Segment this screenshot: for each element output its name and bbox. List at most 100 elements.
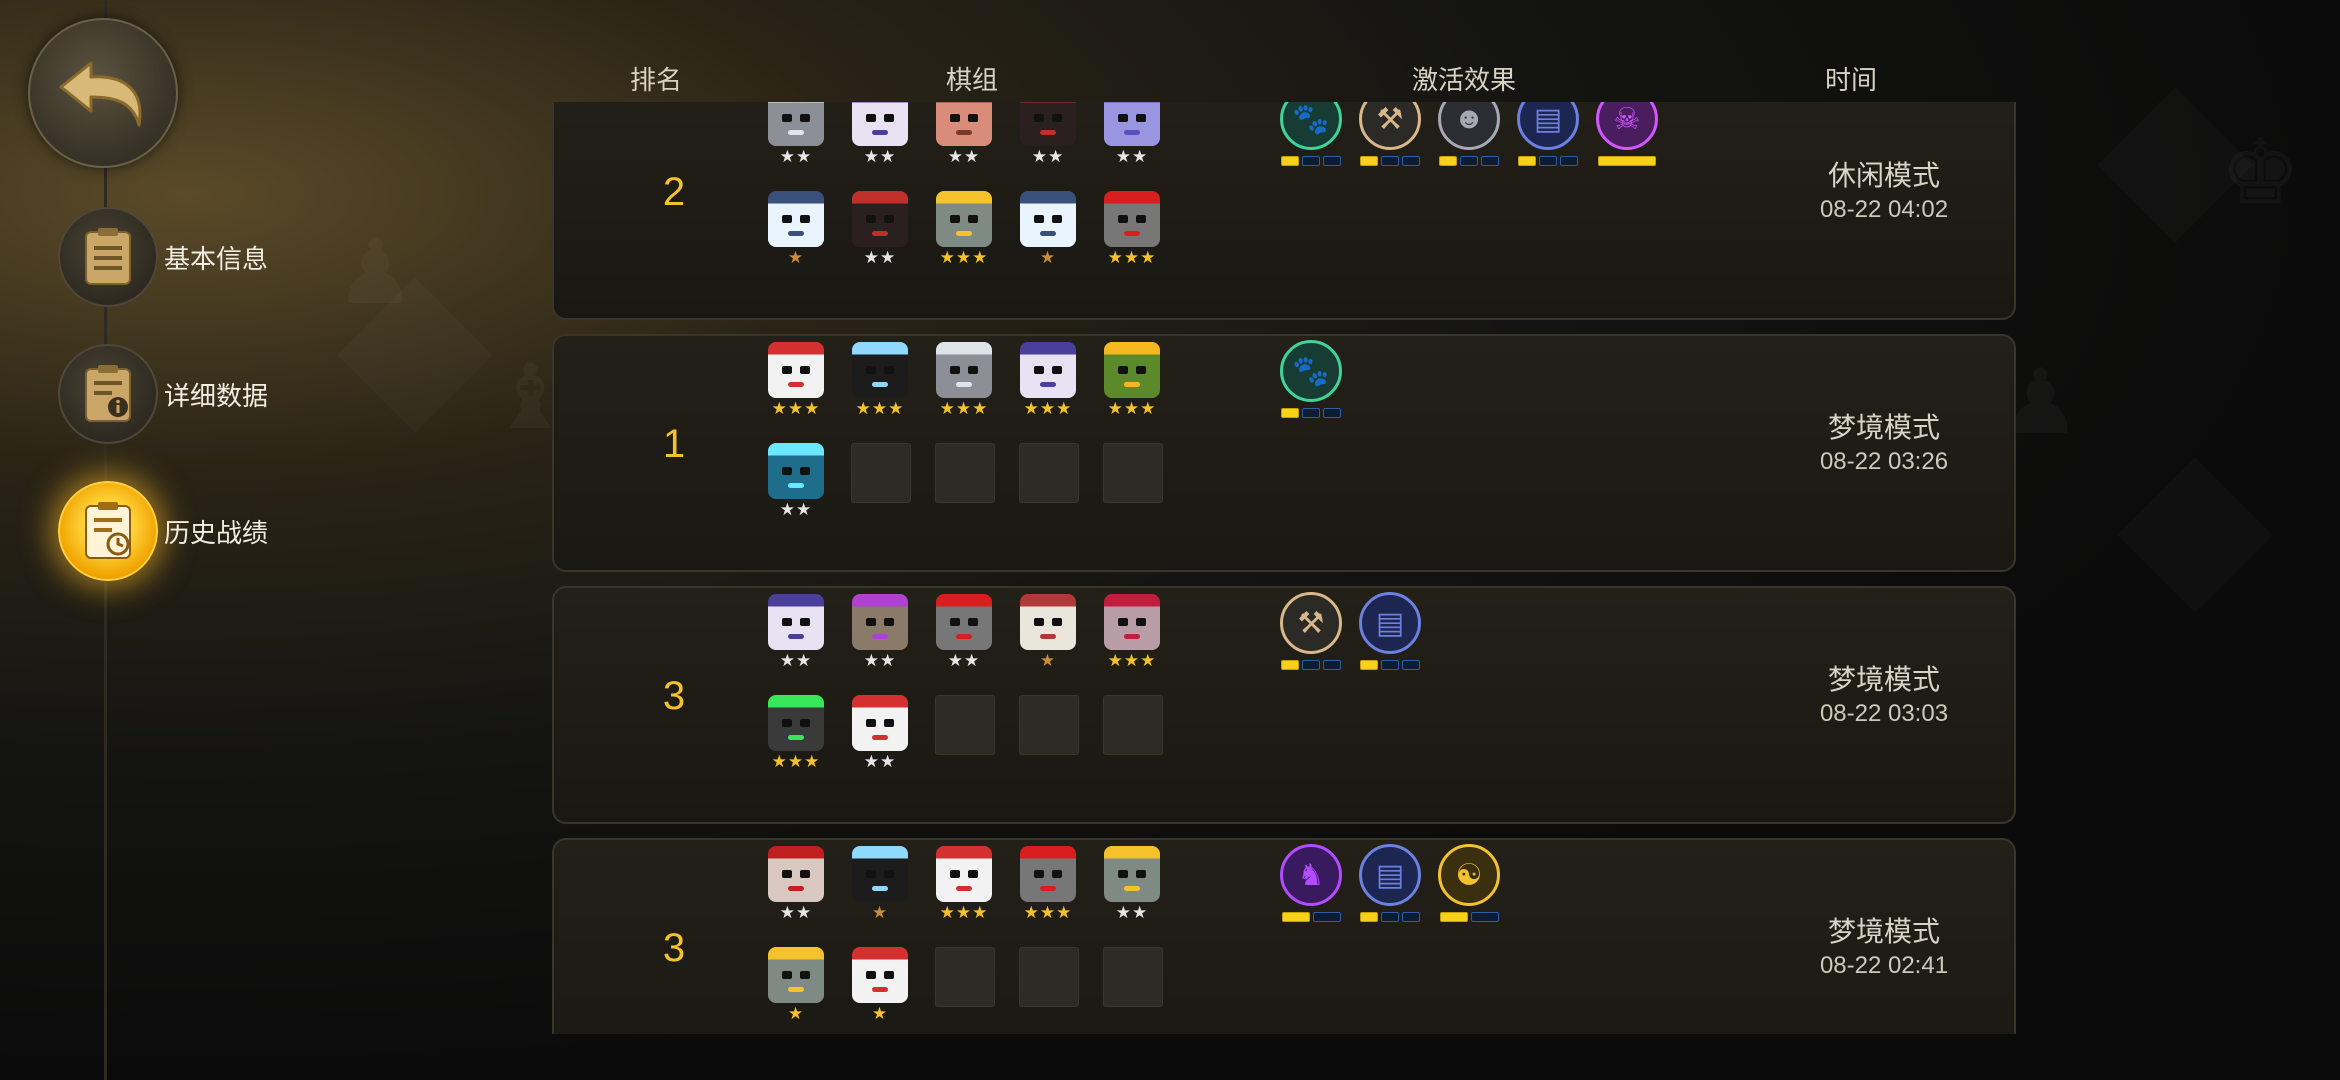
trait-level-bar [1402, 912, 1420, 922]
time-label: 08-22 03:03 [1819, 700, 1949, 727]
trait-effect[interactable]: ☠ [1594, 102, 1660, 166]
chess-piece[interactable]: ★★ [1102, 846, 1162, 922]
history-row[interactable]: 3 梦境模式 08-22 02:41 ★★ ★ ★★★ ★★★ ★★ ★ ★ ♞ ▤ ☯ [552, 838, 2016, 1034]
chess-piece[interactable]: ★★★ [1018, 846, 1078, 922]
chess-piece[interactable]: ★★★ [1102, 594, 1162, 670]
trait-effect[interactable]: 🐾 [1278, 102, 1344, 166]
nav-item-basic-info[interactable]: 基本信息 [58, 207, 268, 307]
chess-piece[interactable]: ★★ [850, 594, 910, 670]
piece-avatar-icon [768, 342, 824, 398]
history-list[interactable]: 2 休闲模式 08-22 04:02 ★★ ★★ ★★ ★★ ★★ ★ ★★ ★★★ ★ ★★★ 🐾… [550, 102, 2016, 1034]
star-rating: ★★★ [771, 752, 821, 771]
bg-chess-icon: ♟ [335, 220, 416, 325]
star-rating: ★★★ [939, 399, 989, 418]
nav-item-match-history[interactable]: 历史战绩 [58, 481, 268, 581]
piece-avatar-icon [768, 695, 824, 751]
history-row[interactable]: 1 梦境模式 08-22 03:26 ★★★ ★★★ ★★★ ★★★ ★★★ ★★ 🐾 [552, 334, 2016, 572]
chess-piece[interactable]: ★★★ [934, 191, 994, 267]
emblem-icon: ☯ [1438, 844, 1500, 906]
chess-piece[interactable]: ★★ [1018, 102, 1078, 166]
trait-effect[interactable]: ⚒ [1357, 102, 1423, 166]
trait-effect[interactable]: ♞ [1278, 844, 1344, 922]
history-row[interactable]: 2 休闲模式 08-22 04:02 ★★ ★★ ★★ ★★ ★★ ★ ★★ ★★★ ★ ★★★ 🐾… [552, 102, 2016, 320]
chess-piece[interactable]: ★★ [934, 594, 994, 670]
trait-effect[interactable]: ▤ [1357, 844, 1423, 922]
trait-effect[interactable]: ▤ [1357, 592, 1423, 670]
chess-piece[interactable]: ★★★ [850, 342, 910, 418]
empty-slot [1103, 947, 1163, 1007]
chess-piece[interactable]: ★ [850, 947, 910, 1023]
trait-level-bar [1323, 156, 1341, 166]
demon-icon: ☠ [1596, 102, 1658, 150]
rank-value: 2 [662, 170, 686, 214]
piece-avatar-icon [852, 594, 908, 650]
axe-icon: ⚒ [1359, 102, 1421, 150]
bg-chess-icon: ♚ [2220, 120, 2301, 225]
trait-effect[interactable]: ▤ [1515, 102, 1581, 166]
trait-effect[interactable]: 🐾 [1278, 340, 1344, 418]
chess-piece[interactable]: ★★ [766, 594, 826, 670]
rank-value: 3 [662, 674, 686, 718]
chess-piece[interactable]: ★★★ [934, 342, 994, 418]
piece-avatar-icon [1020, 594, 1076, 650]
trait-effect[interactable]: ⚒ [1278, 592, 1344, 670]
chess-piece[interactable]: ★★ [850, 191, 910, 267]
piece-avatar-icon [768, 947, 824, 1003]
chess-piece[interactable]: ★ [850, 846, 910, 922]
chess-piece[interactable]: ★ [1018, 191, 1078, 267]
trait-level-bars [1278, 408, 1344, 418]
mode-label: 休闲模式 [1827, 160, 1940, 191]
chess-piece[interactable]: ★★ [850, 102, 910, 166]
piece-avatar-icon [852, 342, 908, 398]
star-rating: ★★ [779, 147, 813, 166]
chess-piece[interactable]: ★★★ [1102, 342, 1162, 418]
time-label: 08-22 04:02 [1819, 196, 1949, 223]
chess-piece[interactable]: ★★★ [766, 342, 826, 418]
chess-piece[interactable]: ★ [766, 191, 826, 267]
trait-level-bars [1436, 156, 1502, 166]
piece-avatar-icon [1104, 102, 1160, 146]
chess-piece[interactable]: ★★★ [1018, 342, 1078, 418]
history-row[interactable]: 3 梦境模式 08-22 03:03 ★★ ★★ ★★ ★ ★★★ ★★★ ★★ ⚒ ▤ [552, 586, 2016, 824]
chess-piece[interactable]: ★★ [766, 102, 826, 166]
piece-avatar-icon [768, 102, 824, 146]
piece-avatar-icon [852, 695, 908, 751]
chess-piece[interactable]: ★★★ [1102, 191, 1162, 267]
empty-slot [1019, 947, 1079, 1007]
back-button[interactable] [28, 18, 178, 168]
trait-level-bar [1323, 408, 1341, 418]
piece-avatar-icon [936, 191, 992, 247]
star-rating: ★★ [947, 147, 981, 166]
chess-piece[interactable]: ★ [1018, 594, 1078, 670]
empty-slot [935, 695, 995, 755]
trait-level-bar [1360, 660, 1378, 670]
paw-icon: 🐾 [1280, 340, 1342, 402]
trait-level-bar [1439, 912, 1468, 922]
chess-piece[interactable]: ★★ [934, 102, 994, 166]
chess-piece[interactable]: ★★ [850, 695, 910, 771]
book-icon: ▤ [1359, 844, 1421, 906]
nav-item-detailed-data[interactable]: 详细数据 [58, 344, 268, 444]
trait-effect[interactable]: ☯ [1436, 844, 1502, 922]
chess-piece[interactable]: ★★★ [934, 846, 994, 922]
empty-slot [851, 443, 911, 503]
hooded-icon: ♞ [1280, 844, 1342, 906]
trait-level-bar [1302, 408, 1320, 418]
trait-level-bars [1278, 912, 1344, 922]
piece-avatar-icon [1020, 342, 1076, 398]
piece-avatar-icon [852, 191, 908, 247]
chess-piece[interactable]: ★ [766, 947, 826, 1023]
chess-piece[interactable]: ★★ [766, 443, 826, 519]
header-lineup: 棋组 [946, 65, 999, 95]
clipboard-history-icon [58, 481, 158, 581]
chess-piece[interactable]: ★★ [766, 846, 826, 922]
header-effects: 激活效果 [1412, 65, 1517, 95]
book-icon: ▤ [1359, 592, 1421, 654]
chess-piece[interactable]: ★★ [1102, 102, 1162, 166]
trait-level-bar [1281, 660, 1299, 670]
chess-piece[interactable]: ★★★ [766, 695, 826, 771]
star-rating: ★★ [1115, 147, 1149, 166]
trait-level-bars [1278, 156, 1344, 166]
empty-slot [1103, 695, 1163, 755]
trait-effect[interactable]: ☻ [1436, 102, 1502, 166]
